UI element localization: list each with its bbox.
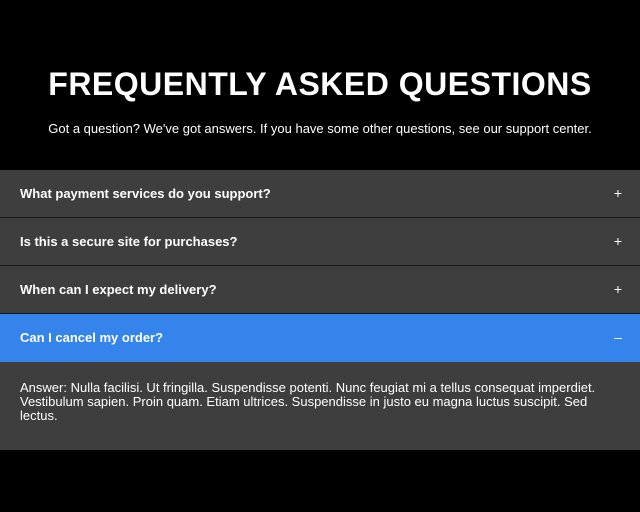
faq-item-payment-services: What payment services do you support? +	[0, 170, 640, 218]
page-subtitle: Got a question? We've got answers. If yo…	[48, 121, 592, 136]
faq-question-secure-site[interactable]: Is this a secure site for purchases? +	[0, 218, 640, 266]
faq-question-delivery[interactable]: When can I expect my delivery? +	[0, 266, 640, 314]
plus-icon[interactable]: +	[614, 185, 622, 201]
faq-item-delivery: When can I expect my delivery? +	[0, 266, 640, 314]
faq-header: FREQUENTLY ASKED QUESTIONS Got a questio…	[0, 0, 640, 170]
faq-question-label: Can I cancel my order?	[20, 330, 164, 345]
faq-accordion: What payment services do you support? + …	[0, 170, 640, 450]
faq-question-cancel-order[interactable]: Can I cancel my order? –	[0, 314, 640, 362]
faq-item-secure-site: Is this a secure site for purchases? +	[0, 218, 640, 266]
plus-icon[interactable]: +	[614, 233, 622, 249]
page-title: FREQUENTLY ASKED QUESTIONS	[48, 66, 592, 102]
faq-question-label: What payment services do you support?	[20, 186, 271, 201]
faq-question-label: When can I expect my delivery?	[20, 282, 217, 297]
faq-question-label: Is this a secure site for purchases?	[20, 234, 238, 249]
faq-answer-cancel-order: Answer: Nulla facilisi. Ut fringilla. Su…	[0, 362, 640, 450]
minus-icon[interactable]: –	[614, 329, 622, 345]
faq-item-cancel-order: Can I cancel my order? – Answer: Nulla f…	[0, 314, 640, 450]
plus-icon[interactable]: +	[614, 281, 622, 297]
faq-question-payment-services[interactable]: What payment services do you support? +	[0, 170, 640, 218]
